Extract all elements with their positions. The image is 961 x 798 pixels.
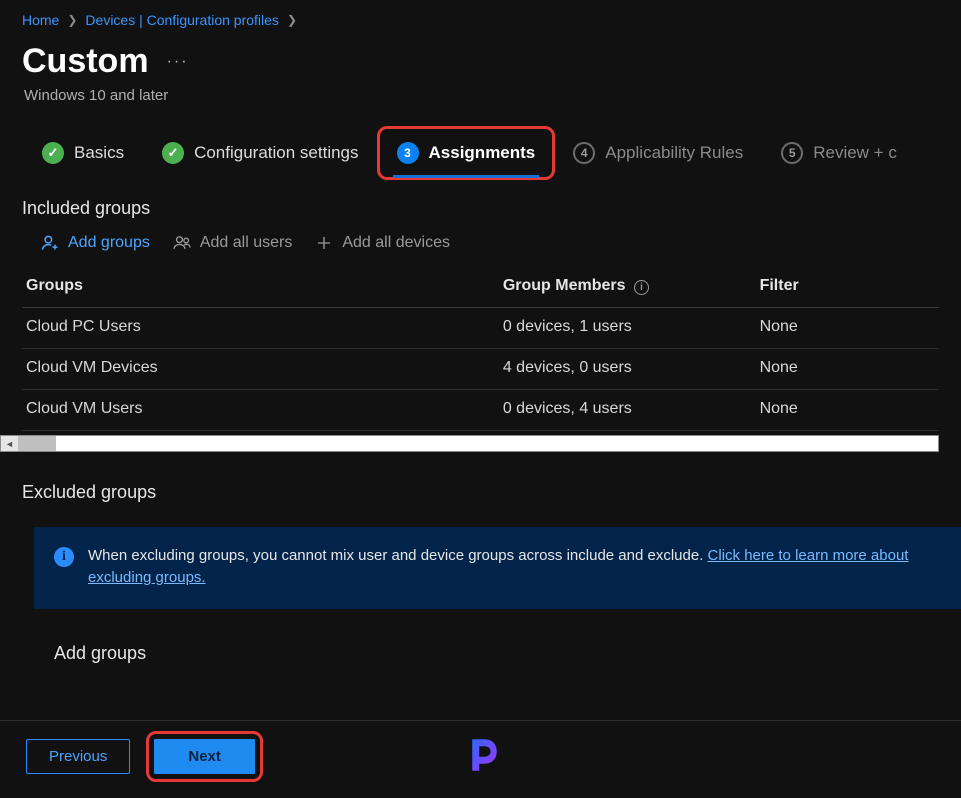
- table-row[interactable]: Cloud PC Users0 devices, 1 usersNone: [22, 308, 939, 349]
- cell-group-name: Cloud VM Devices: [22, 349, 499, 390]
- step-label: Basics: [74, 143, 124, 163]
- included-groups-heading: Included groups: [0, 190, 961, 229]
- cell-filter: None: [756, 349, 939, 390]
- chevron-right-icon: ❯: [67, 13, 77, 27]
- page-subtitle: Windows 10 and later: [0, 85, 961, 128]
- next-button[interactable]: Next: [154, 739, 255, 774]
- add-all-devices-button[interactable]: Add all devices: [314, 233, 450, 253]
- breadcrumb-home[interactable]: Home: [22, 12, 59, 28]
- excluded-add-groups[interactable]: Add groups: [0, 609, 961, 664]
- cell-group-name: Cloud VM Users: [22, 390, 499, 431]
- users-icon: [172, 233, 192, 253]
- step-label: Assignments: [429, 143, 536, 163]
- logo-icon: [460, 734, 502, 776]
- action-label: Add all devices: [342, 234, 450, 252]
- check-icon: ✓: [162, 142, 184, 164]
- step-assignments[interactable]: 3 Assignments: [387, 134, 546, 172]
- step-basics[interactable]: ✓ Basics: [32, 134, 134, 172]
- breadcrumb: Home ❯ Devices | Configuration profiles …: [0, 0, 961, 28]
- action-label: Add groups: [68, 234, 150, 252]
- cell-group-members: 4 devices, 0 users: [499, 349, 756, 390]
- cell-filter: None: [756, 308, 939, 349]
- step-label: Review + c: [813, 143, 897, 163]
- add-all-users-button[interactable]: Add all users: [172, 233, 293, 253]
- cell-group-name: Cloud PC Users: [22, 308, 499, 349]
- column-groups[interactable]: Groups: [22, 267, 499, 308]
- included-groups-table: Groups Group Members i Filter Cloud PC U…: [22, 267, 939, 431]
- included-actions: Add groups Add all users Add all devices: [0, 229, 961, 267]
- step-number-icon: 4: [573, 142, 595, 164]
- info-banner: i When excluding groups, you cannot mix …: [34, 527, 961, 609]
- add-person-icon: [40, 233, 60, 253]
- more-options-icon[interactable]: ···: [167, 53, 189, 71]
- excluded-groups-heading: Excluded groups: [0, 452, 961, 515]
- page-title: Custom: [22, 42, 149, 81]
- cell-filter: None: [756, 390, 939, 431]
- scrollbar-track[interactable]: [56, 436, 938, 451]
- step-applicability-rules[interactable]: 4 Applicability Rules: [563, 134, 753, 172]
- cell-group-members: 0 devices, 1 users: [499, 308, 756, 349]
- step-review[interactable]: 5 Review + c: [771, 134, 907, 172]
- info-banner-text: When excluding groups, you cannot mix us…: [88, 545, 941, 589]
- column-filter[interactable]: Filter: [756, 267, 939, 308]
- active-step-underline: [393, 175, 540, 178]
- step-label: Configuration settings: [194, 143, 358, 163]
- table-row[interactable]: Cloud VM Users0 devices, 4 usersNone: [22, 390, 939, 431]
- check-icon: ✓: [42, 142, 64, 164]
- column-group-members[interactable]: Group Members i: [499, 267, 756, 308]
- previous-button[interactable]: Previous: [26, 739, 130, 774]
- footer: Previous Next: [0, 720, 961, 798]
- step-label: Applicability Rules: [605, 143, 743, 163]
- add-groups-button[interactable]: Add groups: [40, 233, 150, 253]
- info-icon: i: [54, 547, 74, 567]
- horizontal-scrollbar[interactable]: ◄: [0, 435, 939, 452]
- step-number-icon: 3: [397, 142, 419, 164]
- info-icon[interactable]: i: [634, 280, 649, 295]
- wizard-steps: ✓ Basics ✓ Configuration settings 3 Assi…: [0, 128, 961, 190]
- breadcrumb-devices[interactable]: Devices | Configuration profiles: [85, 12, 279, 28]
- step-number-icon: 5: [781, 142, 803, 164]
- plus-icon: [314, 233, 334, 253]
- step-configuration-settings[interactable]: ✓ Configuration settings: [152, 134, 368, 172]
- action-label: Add all users: [200, 234, 293, 252]
- table-row[interactable]: Cloud VM Devices4 devices, 0 usersNone: [22, 349, 939, 390]
- scroll-left-icon[interactable]: ◄: [1, 436, 18, 451]
- cell-group-members: 0 devices, 4 users: [499, 390, 756, 431]
- chevron-right-icon: ❯: [287, 13, 297, 27]
